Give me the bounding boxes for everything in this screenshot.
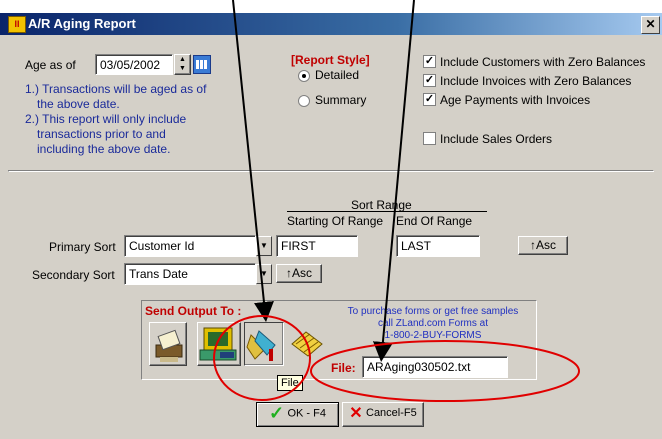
- arrow-to-file-field: [372, 0, 415, 362]
- circle-file-icon: [213, 315, 311, 401]
- arrow-to-file-icon: [232, 0, 274, 322]
- circle-file-field: [310, 340, 580, 402]
- annotation-overlay: [213, 0, 580, 402]
